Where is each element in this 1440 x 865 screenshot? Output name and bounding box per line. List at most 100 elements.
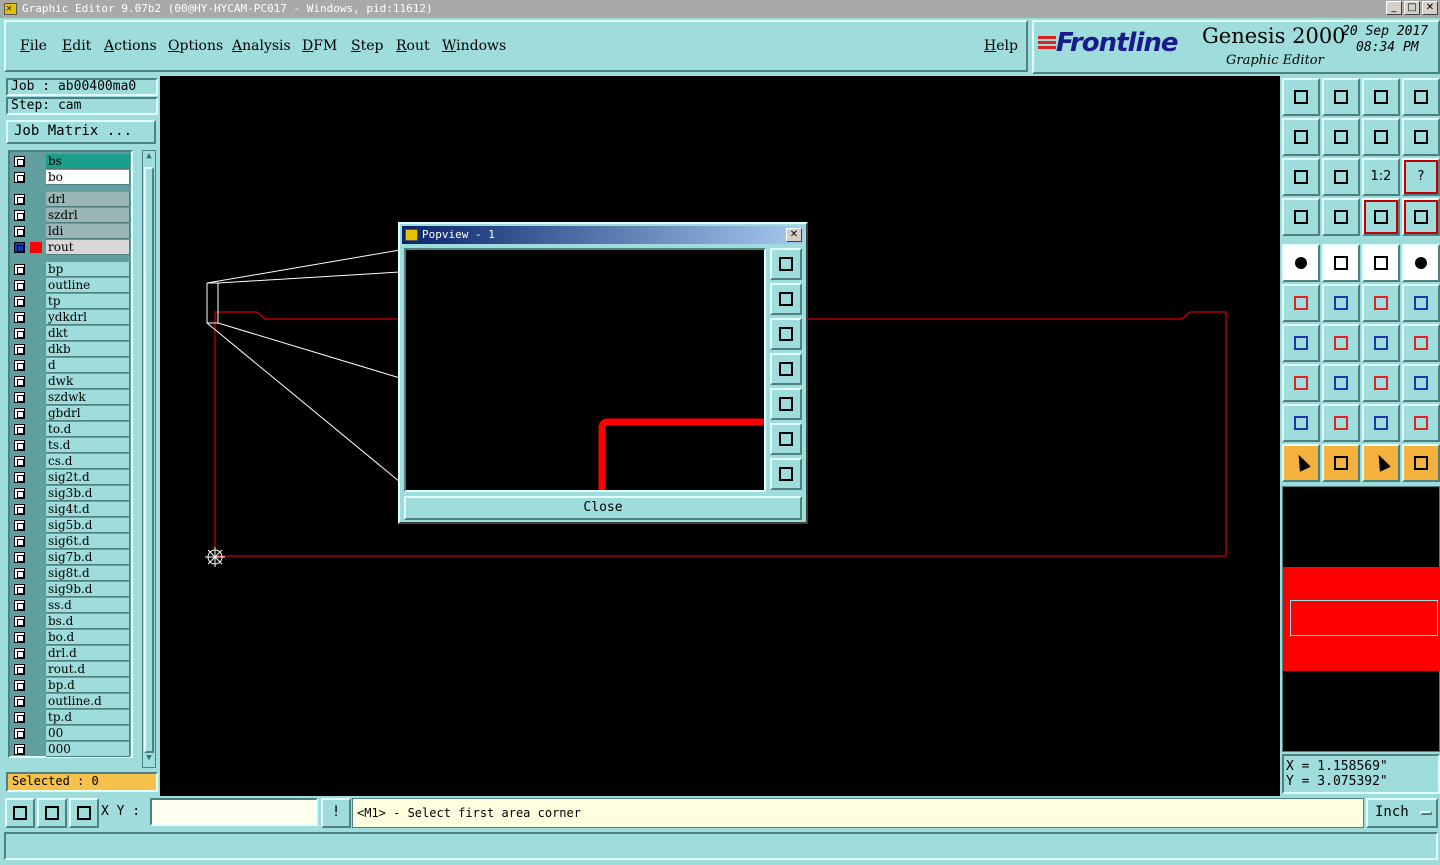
angle-button[interactable]	[1282, 324, 1320, 362]
layer-row[interactable]: szdrl	[12, 208, 132, 223]
layer-checkbox[interactable]	[14, 408, 25, 419]
menu-rout[interactable]: Rout	[396, 38, 430, 54]
layer-checkbox[interactable]	[14, 696, 25, 707]
popview-close-button[interactable]: Close	[404, 496, 802, 520]
zoom-fit-button[interactable]	[1282, 158, 1320, 196]
save-job-button[interactable]	[1322, 78, 1360, 116]
layer-checkbox[interactable]	[14, 648, 25, 659]
layer-checkbox[interactable]	[14, 664, 25, 675]
popview-zoom-out-icon[interactable]	[770, 458, 802, 490]
layer-checkbox[interactable]	[14, 600, 25, 611]
triangle-edit-button[interactable]	[1322, 404, 1360, 442]
connect-button[interactable]	[1282, 284, 1320, 322]
tools-button[interactable]	[1282, 198, 1320, 236]
select-cursor-alt-button[interactable]	[1362, 444, 1400, 482]
layer-checkbox[interactable]	[14, 712, 25, 723]
layer-name[interactable]: bs	[46, 154, 130, 169]
home-button[interactable]	[1362, 78, 1400, 116]
pan-left-button[interactable]	[1282, 118, 1320, 156]
layer-row[interactable]: sig9b.d	[12, 582, 132, 597]
layer-checkbox[interactable]	[14, 440, 25, 451]
layer-name[interactable]: bs.d	[46, 614, 130, 629]
layer-checkbox[interactable]	[14, 376, 25, 387]
layer-colors-button[interactable]	[1362, 198, 1400, 236]
arc-button[interactable]	[1362, 324, 1400, 362]
layer-row[interactable]: tp.d	[12, 710, 132, 725]
layer-row[interactable]: dkb	[12, 342, 132, 357]
layer-checkbox[interactable]	[14, 616, 25, 627]
pad-button[interactable]	[1282, 244, 1320, 282]
window-button[interactable]	[1402, 78, 1440, 116]
layer-checkbox[interactable]	[14, 210, 25, 221]
layer-name[interactable]: cs.d	[46, 454, 130, 469]
layer-name[interactable]: sig5b.d	[46, 518, 130, 533]
line-add-alt-button[interactable]	[1402, 284, 1440, 322]
pad-add-button[interactable]	[1282, 364, 1320, 402]
layer-checkbox[interactable]	[14, 488, 25, 499]
layer-name[interactable]: sig4t.d	[46, 502, 130, 517]
layer-row[interactable]: dkt	[12, 326, 132, 341]
layer-name[interactable]: ydkdrl	[46, 310, 130, 325]
measure-icon[interactable]	[37, 798, 67, 828]
layer-row[interactable]: sig8t.d	[12, 566, 132, 581]
ratio-button[interactable]: 1:2	[1362, 158, 1400, 196]
triangle-button[interactable]	[1282, 404, 1320, 442]
layer-row[interactable]: drl	[12, 192, 132, 207]
layer-row[interactable]: cs.d	[12, 454, 132, 469]
layer-name[interactable]: sig9b.d	[46, 582, 130, 597]
popview-zoom-icon[interactable]	[770, 248, 802, 280]
layer-name[interactable]: outline.d	[46, 694, 130, 709]
layer-row[interactable]: drl.d	[12, 646, 132, 661]
layer-row[interactable]: sig6t.d	[12, 534, 132, 549]
layer-checkbox[interactable]	[14, 568, 25, 579]
line-cut-button[interactable]	[1322, 364, 1360, 402]
layer-name[interactable]: bo.d	[46, 630, 130, 645]
menu-help[interactable]: Help	[984, 38, 1018, 54]
layer-checkbox[interactable]	[14, 584, 25, 595]
layer-name[interactable]: sig3b.d	[46, 486, 130, 501]
layer-row[interactable]: sig4t.d	[12, 502, 132, 517]
layer-row[interactable]: szdwk	[12, 390, 132, 405]
layer-checkbox[interactable]	[14, 552, 25, 563]
layer-row[interactable]: outline	[12, 278, 132, 293]
layer-row[interactable]: outline.d	[12, 694, 132, 709]
layer-name[interactable]: drl.d	[46, 646, 130, 661]
exclaim-button[interactable]: !	[321, 798, 351, 828]
layer-row[interactable]: gbdrl	[12, 406, 132, 421]
layer-name[interactable]: ldi	[46, 224, 130, 239]
line-add-button[interactable]	[1362, 284, 1400, 322]
popview-pan-up-icon[interactable]	[770, 283, 802, 315]
layer-row[interactable]: d	[12, 358, 132, 373]
cross-button[interactable]	[1322, 284, 1360, 322]
snake-button[interactable]	[1402, 118, 1440, 156]
layer-name[interactable]: dkt	[46, 326, 130, 341]
layer-name[interactable]: dkb	[46, 342, 130, 357]
layer-colors-alt-button[interactable]	[1402, 198, 1440, 236]
menu-actions[interactable]: Actions	[104, 38, 157, 54]
layer-row[interactable]: bp	[12, 262, 132, 277]
zoom-center-button[interactable]	[1322, 158, 1360, 196]
menu-analysis[interactable]: Analysis	[232, 38, 291, 54]
dot-select-button[interactable]	[1402, 244, 1440, 282]
measure-button[interactable]	[1362, 364, 1400, 402]
layer-name[interactable]: szdrl	[46, 208, 130, 223]
open-job-button[interactable]	[1282, 78, 1320, 116]
layer-name[interactable]: bo	[46, 170, 130, 185]
popview-pan-left-icon[interactable]	[770, 353, 802, 385]
scroll-down-icon[interactable]: ▼	[143, 753, 155, 767]
layer-name[interactable]: d	[46, 358, 130, 373]
layer-name[interactable]: drl	[46, 192, 130, 207]
layer-checkbox[interactable]	[14, 242, 25, 253]
layer-checkbox[interactable]	[14, 226, 25, 237]
layer-checkbox[interactable]	[14, 744, 25, 755]
select-cursor-button[interactable]	[1282, 444, 1320, 482]
minimize-button[interactable]: _	[1386, 1, 1402, 15]
layer-row[interactable]: rout	[12, 240, 132, 255]
layer-checkbox[interactable]	[14, 680, 25, 691]
layer-checkbox[interactable]	[14, 632, 25, 643]
layer-checkbox[interactable]	[14, 392, 25, 403]
layer-name[interactable]: 000	[46, 742, 130, 757]
ruler-button[interactable]	[1362, 244, 1400, 282]
layer-name[interactable]: rout.d	[46, 662, 130, 677]
menu-file[interactable]: File	[20, 38, 47, 54]
